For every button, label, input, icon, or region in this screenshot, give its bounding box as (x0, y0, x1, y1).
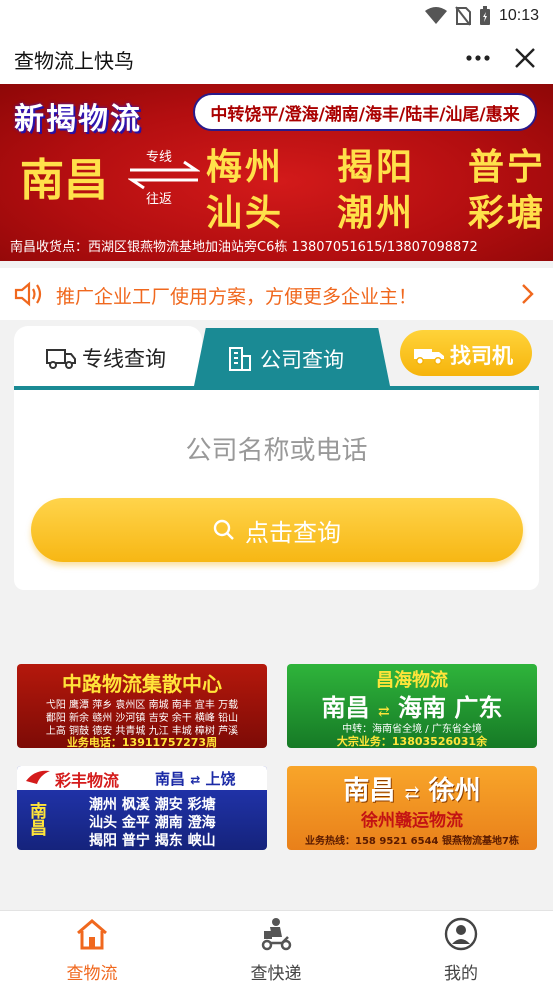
find-driver-button[interactable]: 找司机 (400, 330, 532, 376)
banner-destinations: 梅州 揭阳 普宁 汕头 潮州 彩塘 (206, 144, 546, 236)
pickup-truck-icon (414, 349, 444, 365)
ad3-arrow-icon: ⇄ (190, 773, 201, 787)
dest-1: 梅州 (206, 146, 285, 188)
chevron-right-icon (522, 284, 534, 304)
ad3-line1: 潮州 枫溪 潮安 彩塘 (89, 797, 216, 813)
page-title: 查物流上快鸟 (14, 49, 134, 73)
dest-2: 揭阳 (336, 146, 415, 188)
close-button[interactable] (509, 42, 541, 74)
delivery-scooter-icon (261, 918, 292, 951)
home-icon (77, 919, 107, 950)
ad3-route-to: 上饶 (205, 770, 236, 788)
ad4-phone: 业务热线：158 9521 6544 银燕物流基地7栋 (305, 836, 519, 847)
banner-route: 中转饶平/澄海/潮南/海丰/陆丰/汕尾/惠来 (193, 93, 537, 131)
company-search-input[interactable] (34, 428, 519, 474)
user-icon (444, 917, 478, 951)
nav-logistics-label: 查物流 (66, 964, 118, 983)
query-tabs: 专线查询 公司查询 找司机 (14, 326, 539, 390)
more-icon (466, 55, 490, 61)
tab-company-query[interactable]: 公司查询 (194, 328, 390, 386)
ad3-route: 南昌 ⇄ 上饶 (155, 768, 236, 789)
truck-icon (46, 349, 76, 369)
ad-xuzhou[interactable]: 南昌 ⇄ 徐州 徐州赣运物流 业务热线：158 9521 6544 银燕物流基地… (287, 766, 537, 850)
ad2-route-a: 南昌 (321, 693, 370, 722)
nav-express[interactable]: 查快递 (216, 917, 336, 983)
notice-bar[interactable]: 推广企业工厂使用方案，方便更多企业主！ (0, 268, 553, 320)
ad2-arrow-icon: ⇄ (377, 704, 390, 720)
ad2-route-b: 海南 广东 (398, 693, 503, 722)
banner-brand: 新揭物流 (14, 102, 142, 137)
ad-zhonglu[interactable]: 中路物流集散中心 弋阳 鹰潭 萍乡 袁州区 南城 南丰 宜丰 万载 鄱阳 新余 … (17, 664, 267, 748)
dest-6: 彩塘 (467, 192, 546, 234)
ad3-line2: 汕头 金平 潮南 澄海 (89, 815, 216, 831)
ad4-route-a: 南昌 (343, 776, 396, 806)
nav-mine[interactable]: 我的 (401, 917, 521, 983)
ad3-route-from: 南昌 (155, 770, 186, 788)
ad4-route-b: 徐州 (428, 776, 481, 806)
status-bar: 10:13 (0, 0, 553, 34)
ad3-line3: 揭阳 普宁 揭东 峡山 (89, 833, 216, 849)
tab-line-query[interactable]: 专线查询 (14, 326, 202, 386)
ad3-origin: 南昌 (26, 802, 46, 836)
banner-arrows: 专线 往返 (128, 146, 200, 207)
banner-address: 南昌收货点：西湖区银燕物流基地加油站旁C6栋 13807051615/13807… (10, 240, 478, 255)
close-icon (515, 48, 535, 68)
ad-caifeng[interactable]: 彩丰物流 南昌 ⇄ 上饶 南昌 潮州 枫溪 潮安 彩塘 汕头 金平 潮南 澄海 … (17, 766, 267, 850)
search-card: 点击查询 (14, 390, 539, 590)
more-menu-button[interactable] (463, 44, 493, 72)
destinations-row-1: 梅州 揭阳 普宁 (206, 144, 546, 190)
dest-4: 汕头 (206, 192, 285, 234)
bird-logo-icon (26, 770, 50, 784)
title-bar: 查物流上快鸟 (0, 34, 553, 84)
tab-line-query-label: 专线查询 (82, 347, 166, 371)
ad2-route: 南昌 ⇄ 海南 广东 (287, 688, 537, 723)
search-button-label: 点击查询 (245, 518, 341, 547)
banner-origin: 南昌 (20, 155, 108, 206)
notice-text: 推广企业工厂使用方案，方便更多企业主！ (56, 286, 418, 308)
find-driver-label: 找司机 (450, 344, 513, 368)
ad4-route: 南昌 ⇄ 徐州 (287, 770, 537, 807)
nav-express-label: 查快递 (250, 964, 302, 983)
battery-icon (479, 6, 490, 25)
nav-logistics[interactable]: 查物流 (32, 917, 152, 983)
speaker-icon (14, 281, 42, 307)
ad4-arrow-icon: ⇄ (404, 783, 420, 804)
arrow-bottom-label: 往返 (146, 192, 173, 207)
ad4-title: 徐州赣运物流 (361, 811, 463, 831)
dest-5: 潮州 (336, 192, 415, 234)
status-time: 10:13 (498, 7, 539, 24)
ad1-phone: 业务电话：13911757273周 (66, 736, 218, 748)
wifi-icon (424, 7, 447, 24)
destinations-row-2: 汕头 潮州 彩塘 (206, 190, 546, 236)
promo-banner[interactable]: 新揭物流 中转饶平/澄海/潮南/海丰/陆丰/汕尾/惠来 南昌 专线 往返 梅州 … (0, 84, 553, 261)
search-icon (213, 519, 234, 540)
dest-3: 普宁 (467, 146, 546, 188)
ad2-phone: 大宗业务：13803526031余 (336, 735, 488, 748)
building-icon (229, 347, 251, 371)
ad-changhai[interactable]: 昌海物流 南昌 ⇄ 海南 广东 中转：海南省全境 / 广东省全境 大宗业务：13… (287, 664, 537, 748)
bottom-nav: 查物流 查快递 我的 (0, 910, 553, 983)
status-icons: 10:13 (424, 6, 539, 26)
nav-mine-label: 我的 (444, 964, 478, 983)
ad3-brand: 彩丰物流 (55, 771, 120, 790)
search-button[interactable]: 点击查询 (31, 498, 523, 562)
tab-company-query-label: 公司查询 (260, 348, 344, 372)
no-sim-icon (455, 6, 471, 26)
ad1-title: 中路物流集散中心 (62, 672, 222, 696)
